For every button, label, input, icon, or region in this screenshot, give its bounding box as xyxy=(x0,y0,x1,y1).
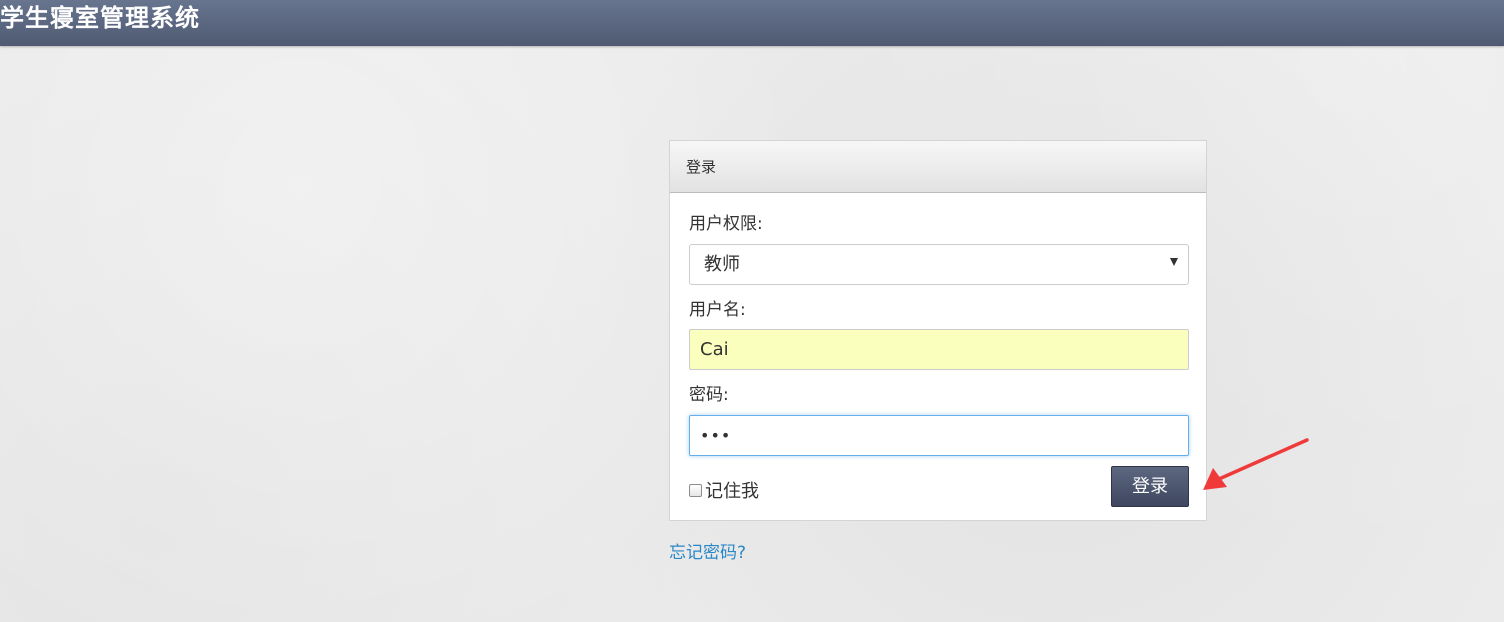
role-label: 用户权限: xyxy=(689,214,763,234)
top-bar: 学生寝室管理系统 xyxy=(0,0,1504,46)
role-select[interactable]: 教师 xyxy=(689,244,1189,285)
app-title: 学生寝室管理系统 xyxy=(0,3,200,32)
login-panel: 登录 用户权限: 教师 用户名: 密码: 记住我 登录 xyxy=(669,140,1207,521)
username-input[interactable] xyxy=(689,329,1189,370)
username-label: 用户名: xyxy=(689,300,746,320)
password-input[interactable] xyxy=(689,415,1189,456)
remember-me-checkbox[interactable] xyxy=(689,483,702,497)
red-arrow-icon xyxy=(1203,438,1309,490)
forgot-password-link[interactable]: 忘记密码? xyxy=(669,543,746,563)
login-button[interactable]: 登录 xyxy=(1111,466,1189,507)
login-panel-header: 登录 xyxy=(670,141,1206,193)
remember-me-label: 记住我 xyxy=(705,481,759,502)
remember-me[interactable]: 记住我 xyxy=(689,478,759,502)
role-select-value: 教师 xyxy=(704,254,740,275)
caret-down-icon xyxy=(1170,258,1178,266)
password-label: 密码: xyxy=(689,385,729,405)
